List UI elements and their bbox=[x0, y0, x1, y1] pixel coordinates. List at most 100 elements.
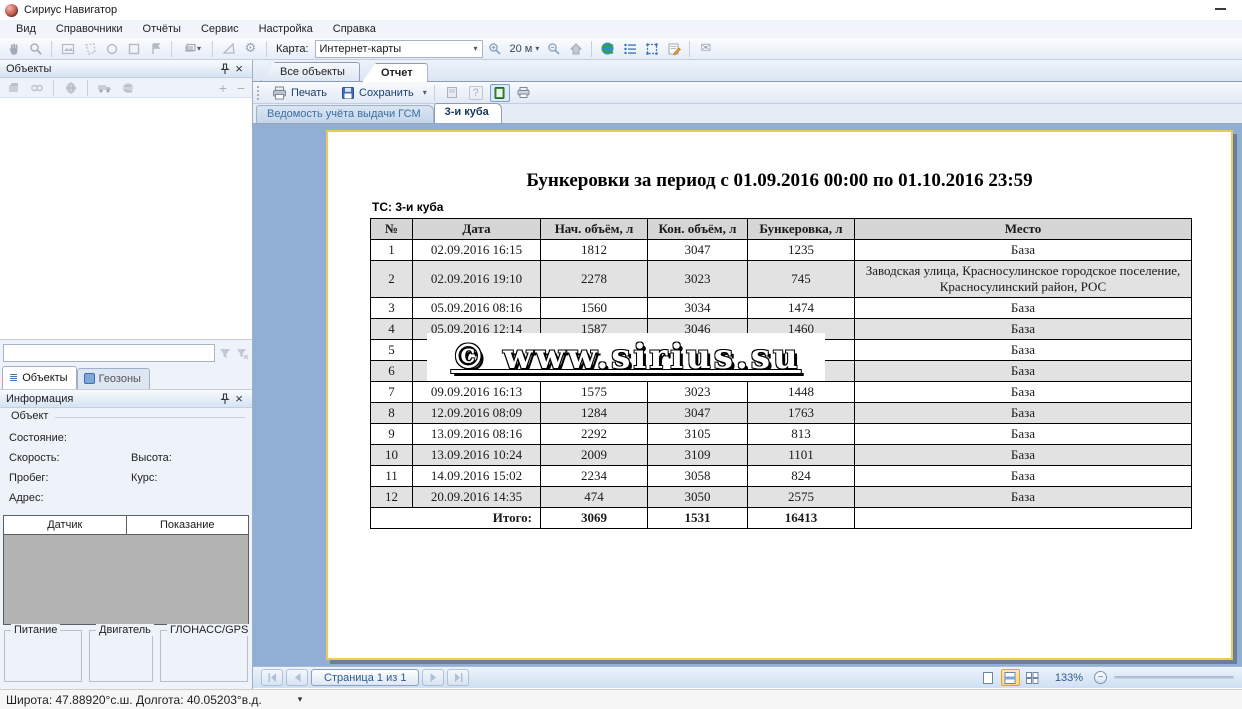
legend-list-icon[interactable] bbox=[620, 40, 639, 58]
save-dropdown-caret[interactable]: ▾ bbox=[423, 88, 427, 97]
menu-item[interactable]: Справка bbox=[323, 22, 386, 36]
tab-all-objects[interactable]: Все объекты bbox=[261, 62, 360, 81]
report-tab-kuba[interactable]: 3-и куба bbox=[434, 103, 502, 123]
column-header: Бункеровка, л bbox=[748, 219, 855, 240]
pin-icon[interactable] bbox=[218, 62, 232, 76]
table-row: 1013.09.2016 10:24200931091101База bbox=[371, 445, 1192, 466]
view-single-page-button[interactable] bbox=[979, 669, 998, 686]
print-label: Печать bbox=[291, 87, 327, 99]
save-icon bbox=[341, 86, 355, 100]
filter-icon[interactable] bbox=[218, 347, 232, 360]
table-row: 305.09.2016 08:16156030341474База bbox=[371, 298, 1192, 319]
link-objects-icon[interactable] bbox=[27, 79, 46, 97]
status-dropdown-caret[interactable]: ▾ bbox=[298, 694, 303, 705]
mail-icon[interactable]: ✉ bbox=[696, 40, 715, 58]
state-label: Состояние: bbox=[9, 432, 67, 444]
zoom-tool-icon[interactable] bbox=[26, 40, 45, 58]
table-row: 202.09.2016 19:1022783023745Заводская ул… bbox=[371, 261, 1192, 298]
tab-report[interactable]: Отчет bbox=[362, 63, 428, 82]
menu-item[interactable]: Настройка bbox=[249, 22, 323, 36]
print-button[interactable]: Печать bbox=[267, 84, 332, 102]
zoom-step-value: 20 м bbox=[510, 43, 533, 55]
info-panel-title: Информация bbox=[6, 393, 218, 405]
gnss-label: ГЛОНАСС/GPS bbox=[167, 624, 251, 636]
circle-select-icon[interactable] bbox=[102, 40, 121, 58]
add-object-button[interactable]: + bbox=[216, 80, 230, 96]
report-viewport[interactable]: Бункеровки за период с 01.09.2016 00:00 … bbox=[253, 124, 1242, 666]
menu-item[interactable]: Отчёты bbox=[133, 22, 191, 36]
pan-tool-icon[interactable] bbox=[4, 40, 23, 58]
objects-panel-header: Объекты × bbox=[0, 60, 252, 78]
power-label: Питание bbox=[11, 624, 60, 636]
course-label: Курс: bbox=[131, 472, 157, 484]
last-page-button[interactable] bbox=[447, 669, 469, 686]
menu-item[interactable]: Сервис bbox=[191, 22, 249, 36]
polygon-select-icon[interactable] bbox=[80, 40, 99, 58]
image-select-icon[interactable] bbox=[58, 40, 77, 58]
close-icon[interactable]: × bbox=[232, 392, 246, 406]
zoom-step-dropdown[interactable]: 20 м ▾ bbox=[508, 43, 542, 55]
help-icon[interactable]: ? bbox=[466, 84, 486, 102]
zoom-out-slider-button[interactable]: − bbox=[1094, 671, 1107, 684]
rect-select-icon[interactable] bbox=[124, 40, 143, 58]
multi-page-icon bbox=[1026, 672, 1039, 684]
coordinates-text: Широта: 47.88920°с.ш. Долгота: 40.05203°… bbox=[6, 693, 262, 707]
view-fit-width-button[interactable] bbox=[1001, 669, 1020, 686]
notes-edit-icon[interactable] bbox=[664, 40, 683, 58]
report-table-body: 102.09.2016 16:15181230471235База202.09.… bbox=[371, 240, 1192, 529]
zoom-level: 133% bbox=[1055, 672, 1083, 684]
report-tab1-label: Ведомость учёта выдачи ГСМ bbox=[267, 108, 421, 120]
tab-geozones[interactable]: Геозоны bbox=[77, 368, 150, 389]
page-setup-icon[interactable] bbox=[442, 84, 462, 102]
home-icon[interactable] bbox=[566, 40, 585, 58]
print-layout-toggle[interactable] bbox=[514, 84, 534, 102]
view-multi-page-button[interactable] bbox=[1023, 669, 1042, 686]
main-tab-strip: Все объекты Отчет bbox=[253, 60, 1242, 82]
add-group-icon[interactable] bbox=[4, 79, 23, 97]
filter-clear-icon[interactable] bbox=[235, 347, 249, 360]
close-icon[interactable]: × bbox=[232, 62, 246, 76]
groupbox-line bbox=[55, 417, 245, 418]
map-selection-icon[interactable] bbox=[642, 40, 661, 58]
world-icon[interactable] bbox=[118, 79, 137, 97]
column-header: Нач. объём, л bbox=[541, 219, 648, 240]
watermark: © www.sirius.su bbox=[427, 333, 825, 381]
layers-dropdown[interactable]: ▾ bbox=[178, 40, 206, 58]
next-page-button[interactable] bbox=[422, 669, 444, 686]
report-tab-vedomost[interactable]: Ведомость учёта выдачи ГСМ bbox=[256, 105, 434, 123]
globe-icon[interactable] bbox=[598, 40, 617, 58]
report-page: Бункеровки за период с 01.09.2016 00:00 … bbox=[326, 130, 1233, 660]
address-label: Адрес: bbox=[9, 492, 44, 504]
menu-item[interactable]: Справочники bbox=[46, 22, 133, 36]
main-area: Все объекты Отчет Печать Сохранить ▾ ? В… bbox=[253, 60, 1242, 689]
vehicle-icon[interactable] bbox=[95, 79, 114, 97]
view-book-toggle[interactable] bbox=[490, 84, 510, 102]
remove-object-button[interactable]: − bbox=[234, 80, 248, 96]
flag-icon[interactable] bbox=[146, 40, 165, 58]
zoom-in-icon[interactable] bbox=[486, 40, 505, 58]
watermark-text: © www.sirius.su bbox=[451, 337, 801, 377]
first-page-button[interactable] bbox=[261, 669, 283, 686]
sensor-table-header: Датчик Показание bbox=[4, 516, 248, 535]
save-button[interactable]: Сохранить bbox=[336, 84, 419, 102]
minimize-button[interactable] bbox=[1215, 8, 1226, 10]
geozone-icon bbox=[84, 373, 95, 384]
zoom-out-icon[interactable] bbox=[544, 40, 563, 58]
value-column-header: Показание bbox=[127, 516, 249, 534]
prev-page-button[interactable] bbox=[286, 669, 308, 686]
zoom-slider[interactable] bbox=[1114, 676, 1234, 679]
map-select[interactable]: Интернет-карты ▾ bbox=[315, 40, 483, 58]
globe-small-icon[interactable] bbox=[61, 79, 80, 97]
objects-list[interactable] bbox=[0, 98, 252, 340]
report-vehicle-label: ТС: 3-и куба bbox=[372, 200, 443, 214]
pin-icon[interactable] bbox=[218, 392, 232, 406]
tab-objects[interactable]: ≣ Объекты bbox=[2, 366, 77, 389]
sensor-table: Датчик Показание bbox=[3, 515, 249, 625]
measure-icon[interactable] bbox=[219, 40, 238, 58]
search-input[interactable] bbox=[3, 344, 215, 362]
table-row: 102.09.2016 16:15181230471235База bbox=[371, 240, 1192, 261]
settings-gear-icon[interactable]: ⚙ bbox=[241, 40, 260, 58]
menu-item[interactable]: Вид bbox=[6, 22, 46, 36]
tab-objects-label: Объекты bbox=[22, 372, 67, 384]
tab-report-label: Отчет bbox=[381, 67, 413, 79]
